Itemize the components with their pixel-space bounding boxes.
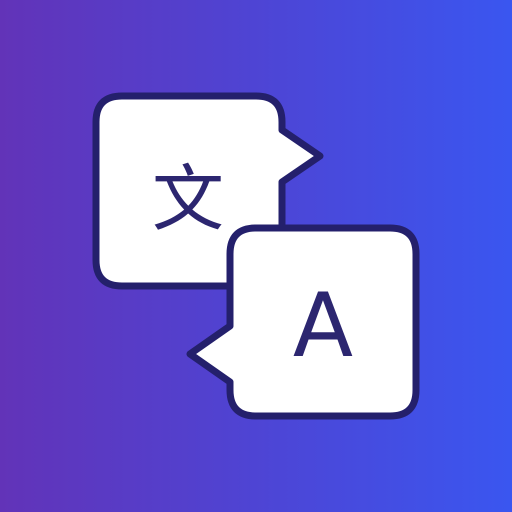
target-glyph: A bbox=[293, 274, 353, 377]
source-glyph: 文 bbox=[152, 157, 224, 241]
translate-icon-graphic: 文 A bbox=[92, 92, 420, 420]
translate-app-icon: 文 A bbox=[0, 0, 512, 512]
